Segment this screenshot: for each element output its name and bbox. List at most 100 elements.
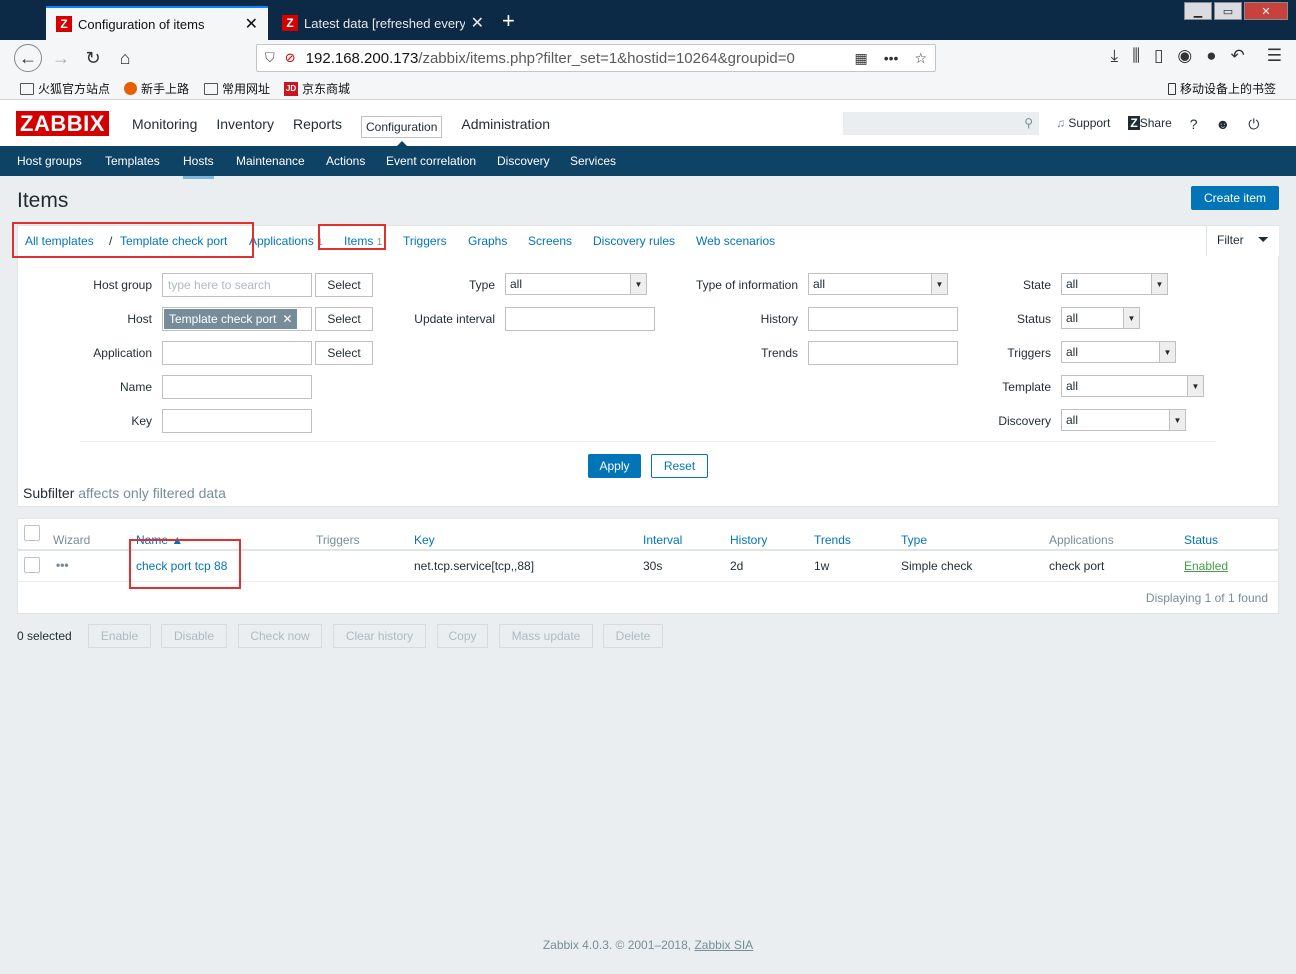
copy-button[interactable]: Copy <box>437 624 488 648</box>
library-icon[interactable]: ⫼ <box>1132 46 1140 66</box>
header-type[interactable]: Type <box>901 533 927 547</box>
menu-icon[interactable]: ☰ <box>1267 46 1282 66</box>
wizard-menu-icon[interactable]: ••• <box>56 558 69 572</box>
type-of-info-select[interactable]: all ▼ <box>808 273 948 295</box>
select-all-checkbox[interactable] <box>24 525 40 541</box>
minimize-icon[interactable]: ▁ <box>1184 2 1212 20</box>
qr-code-icon[interactable]: ▦ <box>854 50 867 67</box>
submenu-services[interactable]: Services <box>570 154 616 168</box>
tab-web-scenarios[interactable]: Web scenarios <box>696 234 775 248</box>
remove-icon[interactable]: ✕ <box>282 312 292 326</box>
tab-graphs[interactable]: Graphs <box>468 234 507 248</box>
filter-toggle-tab[interactable]: Filter ⏷ <box>1206 226 1279 256</box>
tab-latest-data[interactable]: Z Latest data [refreshed every ✕ <box>272 6 494 40</box>
name-input[interactable] <box>162 375 312 399</box>
application-input[interactable] <box>162 341 312 365</box>
bookmark-item[interactable]: 常用网址 <box>204 80 270 97</box>
item-status-toggle[interactable]: Enabled <box>1184 559 1228 573</box>
profile-icon[interactable]: ☻ <box>1216 116 1231 133</box>
tab-discovery-rules[interactable]: Discovery rules <box>593 234 675 248</box>
bookmark-item[interactable]: 新手上路 <box>124 80 189 97</box>
tab-triggers[interactable]: Triggers <box>403 234 447 248</box>
mobile-bookmarks[interactable]: 移动设备上的书签 <box>1168 80 1276 97</box>
apply-button[interactable]: Apply <box>588 454 641 478</box>
search-input[interactable]: ⚲ <box>843 112 1039 135</box>
key-input[interactable] <box>162 409 312 433</box>
item-name-link[interactable]: check port tcp 88 <box>136 559 227 573</box>
breadcrumb-all-templates[interactable]: All templates <box>25 234 94 248</box>
submenu-templates[interactable]: Templates <box>105 154 160 168</box>
maximize-icon[interactable]: ▭ <box>1214 2 1242 20</box>
menu-reports[interactable]: Reports <box>293 116 342 138</box>
forward-icon[interactable]: → <box>48 46 74 70</box>
application-select-button[interactable]: Select <box>315 341 373 365</box>
submenu-hosts[interactable]: Hosts <box>183 154 214 179</box>
submenu-actions[interactable]: Actions <box>326 154 365 168</box>
new-tab-icon[interactable]: + <box>502 8 515 34</box>
header-interval[interactable]: Interval <box>643 533 682 547</box>
host-group-input[interactable]: type here to search <box>162 273 312 297</box>
insecure-lock-icon[interactable]: ⊘ <box>285 50 296 66</box>
create-item-button[interactable]: Create item <box>1191 186 1279 210</box>
home-icon[interactable]: ⌂ <box>112 46 138 70</box>
header-name[interactable]: Name ▲ <box>136 533 183 547</box>
disable-button[interactable]: Disable <box>161 624 227 648</box>
host-group-select-button[interactable]: Select <box>315 273 373 297</box>
logout-icon[interactable]: ⏻ <box>1248 116 1259 133</box>
tab-items[interactable]: Items 1 <box>344 234 382 248</box>
menu-configuration[interactable]: Configuration <box>361 116 443 148</box>
bookmark-item[interactable]: 火狐官方站点 <box>20 80 110 97</box>
menu-monitoring[interactable]: Monitoring <box>132 116 197 138</box>
zabbix-logo[interactable]: ZABBIX <box>16 111 109 136</box>
delete-button[interactable]: Delete <box>603 624 663 648</box>
share-link[interactable]: Z Share <box>1128 116 1172 133</box>
header-status[interactable]: Status <box>1184 533 1218 547</box>
host-select-button[interactable]: Select <box>315 307 373 331</box>
check-now-button[interactable]: Check now <box>238 624 322 648</box>
back-icon[interactable]: ← <box>14 44 42 72</box>
reload-icon[interactable]: ↻ <box>80 46 106 70</box>
reset-button[interactable]: Reset <box>651 454 708 478</box>
window-close-icon[interactable]: ✕ <box>1244 2 1288 20</box>
clear-history-button[interactable]: Clear history <box>333 624 426 648</box>
row-checkbox[interactable] <box>24 557 40 573</box>
header-history[interactable]: History <box>730 533 767 547</box>
close-icon[interactable]: ✕ <box>245 14 258 34</box>
submenu-event-correlation[interactable]: Event correlation <box>386 154 476 168</box>
close-icon[interactable]: ✕ <box>471 13 484 33</box>
search-icon[interactable]: ⚲ <box>1024 116 1033 130</box>
state-select[interactable]: all ▼ <box>1061 273 1168 295</box>
footer-link[interactable]: Zabbix SIA <box>694 938 753 952</box>
breadcrumb-template[interactable]: Template check port <box>120 234 227 248</box>
mass-update-button[interactable]: Mass update <box>499 624 593 648</box>
trends-input[interactable] <box>808 341 958 365</box>
tab-screens[interactable]: Screens <box>528 234 572 248</box>
menu-administration[interactable]: Administration <box>461 116 550 138</box>
page-actions-icon[interactable]: ••• <box>884 50 899 67</box>
download-icon[interactable]: ⤓ <box>1111 46 1119 66</box>
update-interval-input[interactable] <box>505 307 655 331</box>
triggers-select[interactable]: all ▼ <box>1061 341 1176 363</box>
support-link[interactable]: ♫ Support <box>1056 116 1110 133</box>
submenu-maintenance[interactable]: Maintenance <box>236 154 305 168</box>
header-trends[interactable]: Trends <box>814 533 851 547</box>
enable-button[interactable]: Enable <box>88 624 151 648</box>
header-key[interactable]: Key <box>414 533 435 547</box>
bookmark-star-icon[interactable]: ☆ <box>914 50 927 67</box>
template-select[interactable]: all ▼ <box>1061 375 1204 397</box>
status-select[interactable]: all ▼ <box>1061 307 1140 329</box>
menu-inventory[interactable]: Inventory <box>216 116 274 138</box>
discovery-select[interactable]: all ▼ <box>1061 409 1186 431</box>
type-select[interactable]: all ▼ <box>505 273 647 295</box>
bookmark-item[interactable]: JD 京东商城 <box>284 80 350 97</box>
account-icon[interactable]: ◉ <box>1177 46 1192 66</box>
help-icon[interactable]: ? <box>1190 116 1198 133</box>
url-bar[interactable]: ⛉ ⊘ 192.168.200.173/zabbix/items.php?fil… <box>256 44 936 72</box>
tab-configuration-of-items[interactable]: Z Configuration of items ✕ <box>46 6 268 40</box>
chat-icon[interactable]: ● <box>1206 46 1216 66</box>
undo-icon[interactable]: ↶ <box>1231 46 1245 66</box>
sidebar-icon[interactable]: ▯ <box>1154 46 1163 66</box>
submenu-discovery[interactable]: Discovery <box>497 154 550 168</box>
tab-applications[interactable]: Applications 1 <box>249 234 323 248</box>
history-input[interactable] <box>808 307 958 331</box>
